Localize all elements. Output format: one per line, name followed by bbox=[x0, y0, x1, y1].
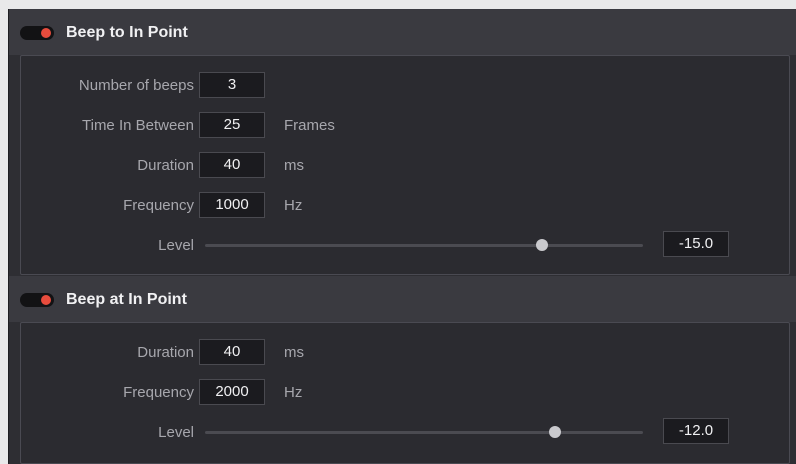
section-header-beep-at-in-point[interactable]: Beep at In Point bbox=[9, 276, 796, 322]
section-body-beep-to-in-point: Number of beeps 3 Time In Between 25 Fra… bbox=[20, 55, 790, 275]
beep-settings-panel: Beep to In Point Number of beeps 3 Time … bbox=[8, 9, 796, 464]
time-in-between-field[interactable]: 25 bbox=[199, 112, 265, 138]
time-in-between-row: Time In Between 25 Frames bbox=[21, 112, 789, 138]
duration-unit: ms bbox=[284, 344, 304, 361]
duration-label: Duration bbox=[137, 344, 194, 361]
frequency-row: Frequency 2000 Hz bbox=[21, 379, 789, 405]
number-of-beeps-field[interactable]: 3 bbox=[199, 72, 265, 98]
number-of-beeps-label: Number of beeps bbox=[78, 77, 194, 94]
time-in-between-label: Time In Between bbox=[82, 117, 194, 134]
level-slider-track[interactable] bbox=[205, 426, 643, 438]
beep-at-in-point-toggle[interactable] bbox=[20, 293, 54, 307]
frequency-field[interactable]: 1000 bbox=[199, 192, 265, 218]
section-header-beep-to-in-point[interactable]: Beep to In Point bbox=[9, 9, 796, 55]
frequency-unit: Hz bbox=[284, 384, 303, 401]
frequency-row: Frequency 1000 Hz bbox=[21, 192, 789, 218]
duration-field[interactable]: 40 bbox=[199, 339, 265, 365]
level-label: Level bbox=[158, 424, 194, 441]
frequency-label: Frequency bbox=[123, 197, 194, 214]
beep-to-in-point-toggle[interactable] bbox=[20, 26, 54, 40]
level-slider-handle[interactable] bbox=[549, 426, 562, 438]
duration-row: Duration 40 ms bbox=[21, 339, 789, 365]
level-label: Level bbox=[158, 237, 194, 254]
time-in-between-unit: Frames bbox=[284, 117, 335, 134]
toggle-on-indicator bbox=[41, 28, 51, 38]
number-of-beeps-row: Number of beeps 3 bbox=[21, 72, 789, 98]
frequency-field[interactable]: 2000 bbox=[199, 379, 265, 405]
level-slider-handle[interactable] bbox=[536, 239, 549, 251]
level-value-field[interactable]: -12.0 bbox=[663, 418, 729, 444]
duration-field[interactable]: 40 bbox=[199, 152, 265, 178]
toggle-on-indicator bbox=[41, 295, 51, 305]
duration-row: Duration 40 ms bbox=[21, 152, 789, 178]
frequency-label: Frequency bbox=[123, 384, 194, 401]
section-body-beep-at-in-point: Duration 40 ms Frequency 2000 Hz Level -… bbox=[20, 322, 790, 464]
level-slider-track[interactable] bbox=[205, 239, 643, 251]
section-title: Beep to In Point bbox=[66, 24, 188, 41]
level-value-field[interactable]: -15.0 bbox=[663, 231, 729, 257]
level-row: Level -15.0 bbox=[21, 231, 789, 258]
section-title: Beep at In Point bbox=[66, 291, 187, 308]
frequency-unit: Hz bbox=[284, 197, 303, 214]
duration-label: Duration bbox=[137, 157, 194, 174]
level-row: Level -12.0 bbox=[21, 418, 789, 445]
duration-unit: ms bbox=[284, 157, 304, 174]
